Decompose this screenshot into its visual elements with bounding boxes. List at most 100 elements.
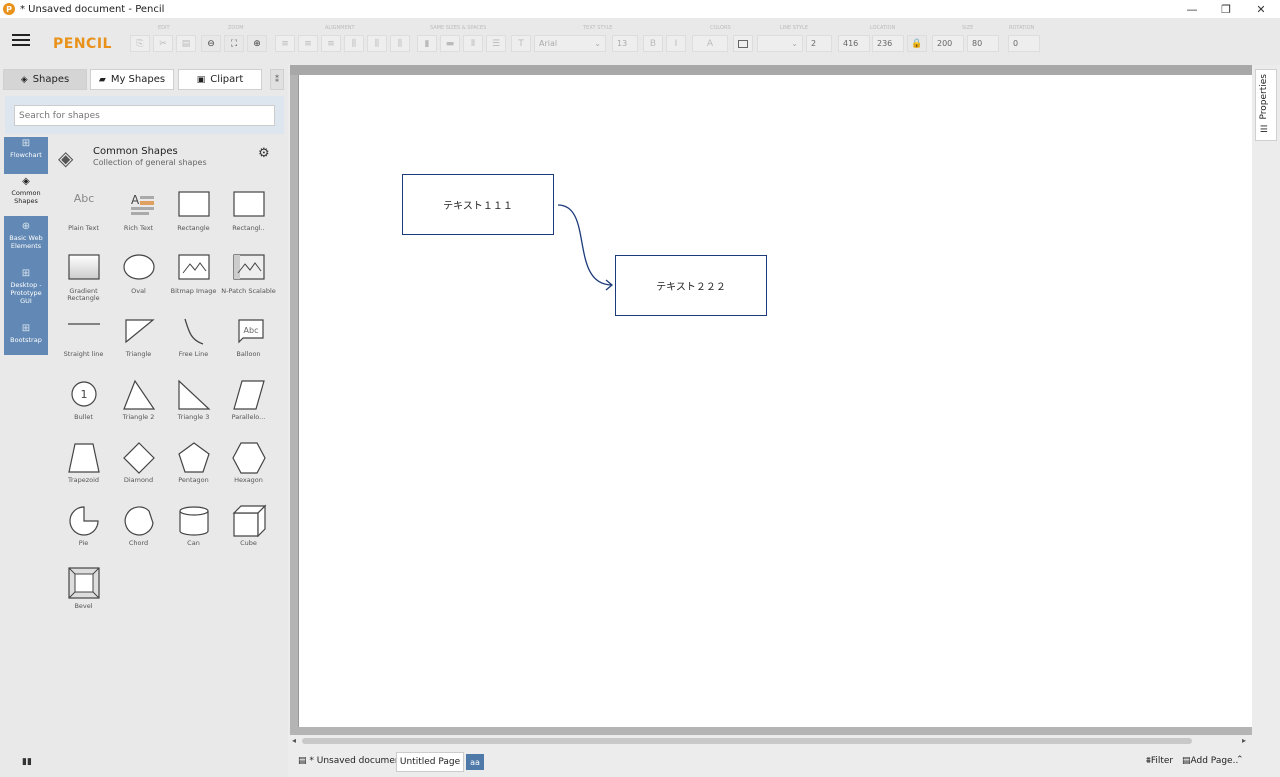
copy-icon[interactable]: ⎘	[130, 35, 150, 52]
search-box	[5, 96, 284, 134]
location-y-field[interactable]: 236	[872, 35, 904, 52]
line-style-select[interactable]: ⌄	[757, 35, 803, 52]
document-icon: ▤	[298, 756, 307, 766]
connector-line[interactable]	[299, 75, 1253, 727]
shape-oval[interactable]: Oval	[111, 251, 166, 311]
shape-plain-text[interactable]: Abc Plain Text	[56, 188, 111, 248]
group-label-text-style: TEXT STYLE	[583, 25, 613, 31]
app-logo: PENCIL	[53, 36, 112, 52]
shape-bevel[interactable]: Bevel	[56, 566, 111, 626]
cut-icon[interactable]: ✂	[153, 35, 173, 52]
font-size-field[interactable]: 13	[612, 35, 638, 52]
shape-cube[interactable]: Cube	[221, 503, 276, 563]
zoom-fit-icon[interactable]: ⛶	[224, 35, 244, 52]
horizontal-scrollbar[interactable]: ◂ ▸	[290, 735, 1252, 747]
align-left-icon[interactable]: ≡	[275, 35, 295, 52]
italic-icon[interactable]: I	[666, 35, 686, 52]
collection-flowchart[interactable]: ⊞ Flowchart	[4, 139, 48, 173]
page-badge[interactable]: aa	[466, 754, 484, 770]
align-middle-icon[interactable]: ⫼	[367, 35, 387, 52]
size-height-field[interactable]: 80	[967, 35, 999, 52]
shape-rectangle-2[interactable]: Rectangl..	[221, 188, 276, 248]
font-select[interactable]: Arial ⌄	[534, 35, 606, 52]
space-v-icon[interactable]: ☰	[486, 35, 506, 52]
shape-pie[interactable]: Pie	[56, 503, 111, 563]
zoom-out-icon[interactable]: ⊖	[201, 35, 221, 52]
chevron-up-icon[interactable]: ⌃	[1236, 755, 1244, 765]
page-tab[interactable]: Untitled Page	[396, 752, 464, 772]
same-width-icon[interactable]: ▮	[417, 35, 437, 52]
group-label-location: LOCATION	[870, 25, 896, 31]
align-right-icon[interactable]: ≡	[321, 35, 341, 52]
shape-triangle-3[interactable]: Triangle 3	[166, 377, 221, 437]
group-label-sizes: SAME SIZES & SPACES	[430, 25, 487, 31]
size-width-field[interactable]: 200	[932, 35, 964, 52]
space-h-icon[interactable]: ⫴	[463, 35, 483, 52]
main-toolbar: PENCIL EDIT ⎘ ✂ ▤ ZOOM ⊖ ⛶ ⊕ ALIGNMENT ≡…	[0, 18, 1280, 65]
shape-parallelogram[interactable]: Parallelo...	[221, 377, 276, 437]
search-input[interactable]	[14, 105, 275, 126]
svg-text:A: A	[131, 193, 140, 207]
shape-trapezoid[interactable]: Trapezoid	[56, 440, 111, 500]
tab-shapes[interactable]: ◈ Shapes	[3, 69, 87, 90]
shape-bitmap-image[interactable]: Bitmap Image	[166, 251, 221, 311]
layers-icon: ◈	[20, 74, 28, 85]
text-color-icon[interactable]: A	[692, 35, 728, 52]
shape-can[interactable]: Can	[166, 503, 221, 563]
collection-bootstrap[interactable]: ⊞ Bootstrap	[4, 324, 48, 355]
globe-icon: ⊕	[21, 221, 31, 232]
add-page-button[interactable]: ▤Add Page..	[1182, 756, 1238, 766]
close-button[interactable]: ✕	[1244, 0, 1278, 18]
shape-bullet[interactable]: 1 Bullet	[56, 377, 111, 437]
shape-straight-line[interactable]: Straight line	[56, 314, 111, 374]
drawing-canvas[interactable]: テキスト１１１ テキスト２２２	[298, 75, 1252, 727]
pin-icon[interactable]: ⁑	[270, 69, 284, 90]
tab-clipart[interactable]: ▣ Clipart	[178, 69, 262, 90]
location-x-field[interactable]: 416	[838, 35, 870, 52]
scroll-thumb[interactable]	[302, 738, 1192, 744]
zoom-in-icon[interactable]: ⊕	[247, 35, 267, 52]
rotation-field[interactable]: 0	[1008, 35, 1040, 52]
bold-icon[interactable]: B	[643, 35, 663, 52]
properties-tab[interactable]: ☰ Properties	[1255, 69, 1277, 141]
shape-hexagon[interactable]: Hexagon	[221, 440, 276, 500]
collection-desktop-gui[interactable]: ⊞ Desktop - Prototype GUI	[4, 268, 48, 316]
shape-n-patch[interactable]: N-Patch Scalable	[221, 251, 276, 311]
scroll-left-icon[interactable]: ◂	[292, 736, 296, 745]
gear-icon[interactable]: ⚙	[258, 146, 270, 161]
layers-icon: ◈	[58, 146, 74, 170]
text-icon[interactable]: T	[511, 35, 531, 52]
collection-common-shapes[interactable]: ◈ Common Shapes	[4, 174, 48, 216]
shape-triangle-2[interactable]: Triangle 2	[111, 377, 166, 437]
collection-basic-web[interactable]: ⊕ Basic Web Elements	[4, 221, 48, 263]
shape-gradient-rectangle[interactable]: Gradient Rectangle	[56, 251, 111, 311]
same-height-icon[interactable]: ▬	[440, 35, 460, 52]
scroll-right-icon[interactable]: ▸	[1242, 736, 1246, 745]
app-icon: P	[3, 3, 15, 15]
align-center-icon[interactable]: ≡	[298, 35, 318, 52]
shape-diamond[interactable]: Diamond	[111, 440, 166, 500]
align-bottom-icon[interactable]: ⫼	[390, 35, 410, 52]
shape-free-line[interactable]: Free Line	[166, 314, 221, 374]
menu-icon[interactable]	[12, 34, 30, 48]
tab-my-shapes[interactable]: ▰ My Shapes	[90, 69, 174, 90]
fill-color-icon[interactable]	[733, 35, 753, 52]
minimize-button[interactable]: —	[1175, 0, 1209, 18]
lock-icon[interactable]: 🔒	[907, 35, 927, 52]
svg-text:Abc: Abc	[243, 326, 258, 335]
shape-balloon[interactable]: Abc Balloon	[221, 314, 276, 374]
panel-toggle-icon[interactable]: ▮▮	[22, 757, 32, 767]
shape-triangle[interactable]: Triangle	[111, 314, 166, 374]
align-top-icon[interactable]: ⫼	[344, 35, 364, 52]
shape-rectangle[interactable]: Rectangle	[166, 188, 221, 248]
maximize-button[interactable]: ❐	[1209, 0, 1243, 18]
paste-icon[interactable]: ▤	[176, 35, 196, 52]
collection-list: ⊞ Flowchart ◈ Common Shapes ⊕ Basic Web Ele…	[4, 137, 48, 355]
shape-chord[interactable]: Chord	[111, 503, 166, 563]
shape-rich-text[interactable]: A Rich Text	[111, 188, 166, 248]
filter-button[interactable]: ⩩Filter	[1146, 756, 1173, 766]
sliders-icon: ☰	[1259, 122, 1269, 133]
grid-icon: ⊞	[21, 268, 31, 279]
line-width-field[interactable]: 2	[806, 35, 832, 52]
shape-pentagon[interactable]: Pentagon	[166, 440, 221, 500]
